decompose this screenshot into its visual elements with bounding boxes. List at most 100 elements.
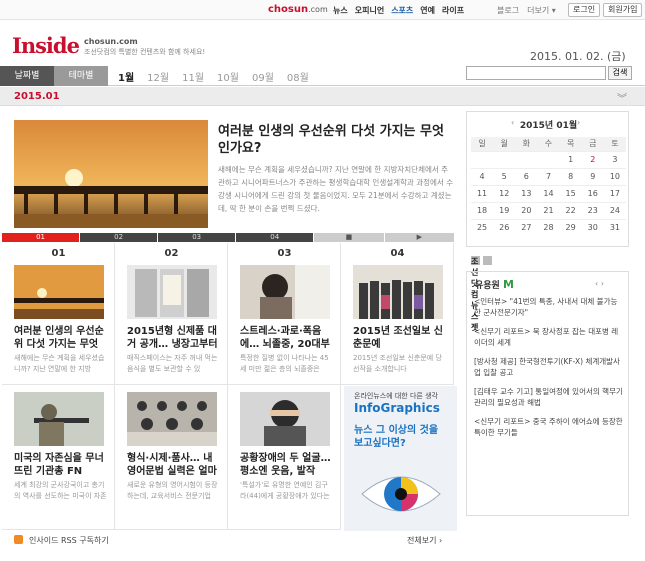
news-item[interactable]: [김태우 교수 기고] 통일여정에 있어서의 핵무기 관리의 필요성과 해법 — [474, 386, 624, 408]
nav-news[interactable]: 뉴스 — [333, 5, 348, 16]
month-item[interactable]: 12월 — [147, 69, 169, 84]
article-card[interactable]: 03 스트레스·과로·폭음에… 뇌졸중, 20대부터 특정한 질병 없이 나타나… — [228, 243, 341, 385]
pager-stop-icon[interactable]: ■ — [314, 233, 384, 242]
login-button[interactable]: 로그인 — [568, 3, 601, 17]
article-card[interactable]: 형식·시제·품사… 내 영어문법 실력은 얼마 새로운 유형의 영어시험이 등장… — [115, 385, 228, 530]
calendar-day[interactable]: 26 — [493, 218, 516, 236]
nav-sports[interactable]: 스포츠 — [391, 5, 413, 16]
calendar-day[interactable]: 1 — [559, 150, 582, 168]
calendar-day[interactable]: 10 — [603, 167, 626, 185]
calendar-day[interactable]: 24 — [603, 201, 626, 219]
news-item[interactable]: [방사청 제공] 한국형전투기(KF-X) 체계개발사업 입찰 공고 — [474, 356, 624, 378]
pager-tab[interactable]: 01 — [2, 233, 80, 242]
pager-play-icon[interactable]: ▶ — [384, 233, 454, 242]
tab-by-theme[interactable]: 테마별 — [54, 66, 108, 86]
calendar-day[interactable]: 5 — [493, 167, 516, 185]
calendar-day[interactable]: 3 — [603, 150, 626, 168]
tab-by-date[interactable]: 날짜별 — [0, 66, 54, 86]
more-link[interactable]: 더보기 ▾ — [527, 5, 556, 16]
inside-logo[interactable]: Inside — [12, 33, 80, 58]
article-card[interactable]: 02 2015년형 신제품 대거 공개… 냉장고부터 매직스페이스는 자주 꺼내… — [115, 243, 228, 385]
featured-article[interactable]: 여러분 인생의 우선순위 다섯 가지는 무엇인가요? 새해에는 무슨 계획을 세… — [14, 120, 454, 230]
current-date: 2015. 01. 02. (금) — [530, 50, 626, 63]
card-thumbnail[interactable] — [14, 392, 104, 446]
featured-title[interactable]: 여러분 인생의 우선순위 다섯 가지는 무엇인가요? — [218, 123, 454, 157]
calendar-day[interactable]: 17 — [603, 184, 626, 202]
rss-link[interactable]: 인사이드 RSS 구독하기 — [29, 535, 109, 546]
view-all-link[interactable]: 전체보기 › — [407, 535, 442, 546]
calendar-day[interactable]: 4 — [471, 167, 494, 185]
card-thumbnail[interactable] — [14, 265, 104, 319]
card-title[interactable]: 여러분 인생의 우선순위 다섯 가지는 무엇인가요? — [14, 325, 107, 351]
calendar-day[interactable]: 22 — [559, 201, 582, 219]
card-thumbnail[interactable] — [240, 265, 330, 319]
article-card[interactable]: 공황장애의 두 얼굴… 평소엔 웃음, 발작 '특설가'로 유명한 연예인 김구… — [228, 385, 341, 530]
card-title[interactable]: 2015년 조선일보 신춘문예 — [353, 325, 446, 351]
card-title[interactable]: 공황장애의 두 얼굴… 평소엔 웃음, 발작 — [240, 452, 333, 478]
calendar-day[interactable]: 28 — [537, 218, 560, 236]
columnist-nav-arrows[interactable]: ‹ › — [595, 279, 604, 288]
calendar-day[interactable]: 18 — [471, 201, 494, 219]
calendar-day[interactable]: 8 — [559, 167, 582, 185]
rss-icon[interactable] — [483, 256, 492, 265]
nav-opinion[interactable]: 오피니언 — [355, 5, 384, 16]
search-input[interactable] — [466, 66, 606, 80]
calendar-day[interactable]: 6 — [515, 167, 538, 185]
pager-tab[interactable]: 04 — [236, 233, 314, 242]
month-item[interactable]: 11월 — [182, 69, 204, 84]
article-card[interactable]: 미국의 자존심을 무너뜨린 기관총 FN 세계 최강의 군사강국이고 총기의 역… — [2, 385, 115, 530]
month-item[interactable]: 08월 — [287, 69, 309, 84]
calendar-day[interactable]: 31 — [603, 218, 626, 236]
blog-link[interactable]: 블로그 — [497, 5, 519, 16]
month-item[interactable]: 10월 — [217, 69, 239, 84]
calendar-day[interactable]: 30 — [581, 218, 604, 236]
rss-icon[interactable] — [14, 535, 23, 544]
join-button[interactable]: 회원가입 — [603, 3, 643, 17]
calendar-day[interactable]: 16 — [581, 184, 604, 202]
chosun-logo-link[interactable]: chosun.com — [268, 4, 328, 15]
card-thumbnail[interactable] — [240, 392, 330, 446]
article-card[interactable]: 01 여러분 인생의 우선순위 다섯 가지는 무엇인가요? 새해에는 무슨 계획… — [2, 243, 115, 385]
search-button[interactable]: 검색 — [608, 66, 632, 80]
card-title[interactable]: 2015년형 신제품 대거 공개… 냉장고부터 — [127, 325, 220, 351]
month-item[interactable]: 09월 — [252, 69, 274, 84]
collapse-icon[interactable]: ︾ — [617, 90, 627, 105]
nav-entertainment[interactable]: 연예 — [420, 5, 435, 16]
columnist-name[interactable]: 유용원 M — [475, 278, 514, 291]
banner-title: InfoGraphics — [354, 401, 440, 415]
card-thumbnail[interactable] — [127, 265, 217, 319]
calendar-day[interactable]: 20 — [515, 201, 538, 219]
calendar-next-icon[interactable]: › — [577, 118, 580, 127]
featured-description: 새해에는 무슨 계획을 세우셨습니까? 지난 연말에 한 지방자치단체에서 주관… — [218, 165, 454, 213]
article-card[interactable]: 04 2015년 조선일보 신춘문예 2015년 조선일보 신춘문예 당선작을 … — [341, 243, 454, 385]
calendar-day[interactable]: 13 — [515, 184, 538, 202]
month-item[interactable]: 1월 — [118, 69, 134, 84]
calendar-day[interactable]: 19 — [493, 201, 516, 219]
news-item[interactable]: <신무기 리포트> 중국 주하이 에어쇼에 등장한 특이한 무기들 — [474, 416, 624, 438]
calendar-day[interactable]: 14 — [537, 184, 560, 202]
columnist-mark: M — [502, 278, 514, 291]
calendar-day[interactable]: 12 — [493, 184, 516, 202]
calendar-day[interactable]: 2 — [581, 150, 604, 168]
calendar-day[interactable]: 23 — [581, 201, 604, 219]
news-item[interactable]: <인터뷰> "41번의 특종, 사내서 대체 불가능한 군사전문기자" — [474, 296, 624, 318]
calendar-day[interactable]: 7 — [537, 167, 560, 185]
featured-image[interactable] — [14, 120, 208, 228]
card-title[interactable]: 스트레스·과로·폭음에… 뇌졸중, 20대부터 — [240, 325, 333, 351]
card-thumbnail[interactable] — [127, 392, 217, 446]
card-title[interactable]: 형식·시제·품사… 내 영어문법 실력은 얼마 — [127, 452, 220, 478]
calendar-day[interactable]: 9 — [581, 167, 604, 185]
card-thumbnail[interactable] — [353, 265, 443, 319]
calendar-day[interactable]: 15 — [559, 184, 582, 202]
news-item[interactable]: <신무기 리포트> 북 장사정포 잡는 대포병 레이더의 세계 — [474, 326, 624, 348]
calendar-day[interactable]: 25 — [471, 218, 494, 236]
nav-life[interactable]: 라이프 — [442, 5, 464, 16]
pager-tab[interactable]: 03 — [158, 233, 236, 242]
calendar-day[interactable]: 21 — [537, 201, 560, 219]
infographics-banner[interactable]: 온라인뉴스에 대한 다른 생각 InfoGraphics 뉴스 그 이상의 것을… — [344, 386, 457, 531]
calendar-day[interactable]: 27 — [515, 218, 538, 236]
pager-tab[interactable]: 02 — [80, 233, 158, 242]
card-title[interactable]: 미국의 자존심을 무너뜨린 기관총 FN — [14, 452, 107, 478]
calendar-day[interactable]: 29 — [559, 218, 582, 236]
calendar-day[interactable]: 11 — [471, 184, 494, 202]
